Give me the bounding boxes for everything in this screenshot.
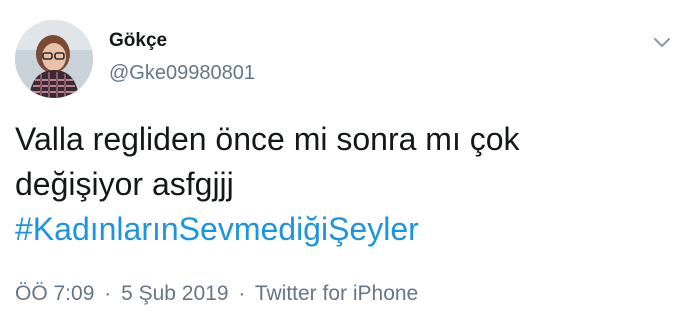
meta-separator: ·: [238, 282, 246, 305]
tweet-date[interactable]: 5 Şub 2019: [121, 282, 228, 305]
user-handle[interactable]: @Gke09980801: [109, 62, 255, 85]
display-name[interactable]: Gökçe: [109, 30, 167, 52]
tweet-text: Valla regliden önce mi sonra mı çok deği…: [15, 117, 675, 252]
tweet-source[interactable]: Twitter for iPhone: [255, 282, 418, 305]
hashtag-link[interactable]: #KadınlarınSevmediğiŞeyler: [15, 211, 419, 247]
tweet-text-line-2: değişiyor asfgjjj: [15, 166, 234, 202]
meta-separator: ·: [104, 282, 112, 305]
tweet-card: Gökçe @Gke09980801 Valla regliden önce m…: [0, 0, 690, 327]
chevron-down-icon[interactable]: [650, 30, 674, 54]
tweet-text-line-1: Valla regliden önce mi sonra mı çok: [15, 121, 520, 157]
avatar[interactable]: [15, 20, 93, 98]
tweet-meta: ÖÖ 7:09 · 5 Şub 2019 · Twitter for iPhon…: [15, 282, 418, 306]
tweet-time[interactable]: ÖÖ 7:09: [15, 282, 94, 305]
